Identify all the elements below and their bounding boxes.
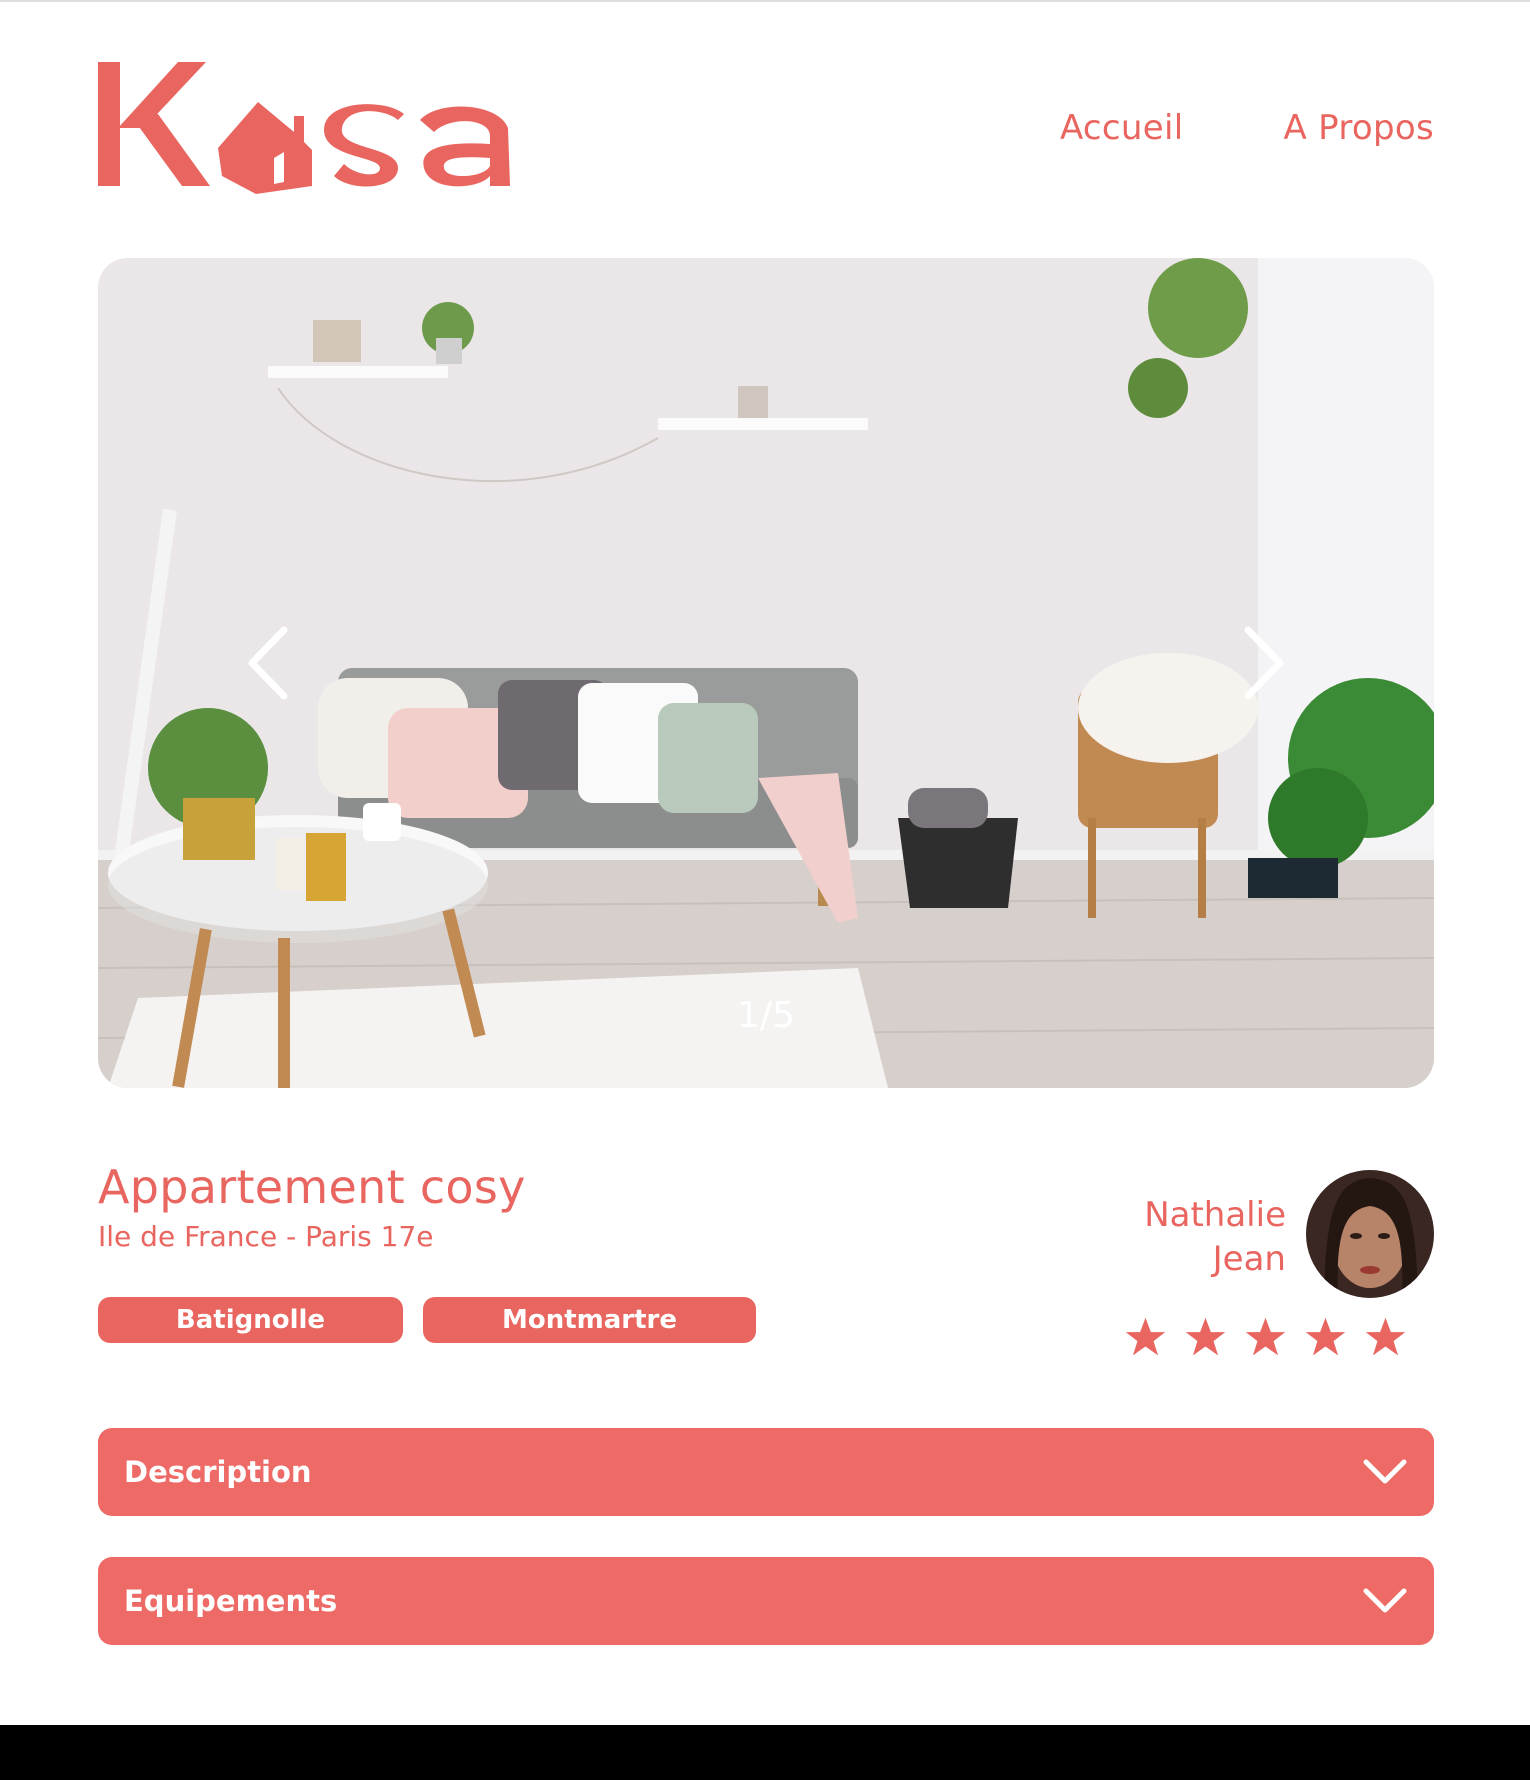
tag-badge: Batignolle bbox=[98, 1297, 403, 1343]
listing-location: Ile de France - Paris 17e bbox=[98, 1220, 434, 1253]
footer-bar bbox=[0, 1725, 1530, 1780]
star-icon bbox=[1125, 1317, 1166, 1356]
star-icon bbox=[1245, 1317, 1286, 1356]
host-name: Nathalie Jean bbox=[1144, 1193, 1286, 1281]
host-last-name: Jean bbox=[1212, 1239, 1286, 1279]
star-icon bbox=[1185, 1317, 1226, 1356]
host-avatar bbox=[1306, 1170, 1434, 1298]
star-icon bbox=[1365, 1317, 1406, 1356]
chevron-down-icon bbox=[1363, 1588, 1407, 1613]
listing-title: Appartement cosy bbox=[98, 1160, 526, 1214]
listing-tags: Batignolle Montmartre bbox=[98, 1297, 756, 1343]
host-first-name: Nathalie bbox=[1144, 1195, 1286, 1235]
photo-carousel: 1/5 bbox=[98, 258, 1434, 1088]
carousel-prev-button[interactable] bbox=[228, 608, 308, 718]
nav-home-link[interactable]: Accueil bbox=[1060, 108, 1184, 148]
host-portrait bbox=[1306, 1170, 1434, 1298]
chevron-down-icon bbox=[1363, 1459, 1407, 1484]
collapse-label: Description bbox=[124, 1455, 312, 1489]
equipments-collapse[interactable]: Equipements bbox=[98, 1557, 1434, 1645]
nav-about-link[interactable]: A Propos bbox=[1283, 108, 1434, 148]
collapse-label: Equipements bbox=[124, 1584, 338, 1618]
host-rating bbox=[1124, 1316, 1407, 1359]
star-icon bbox=[1305, 1317, 1346, 1356]
chevron-right-icon bbox=[1244, 626, 1284, 700]
tag-badge: Montmartre bbox=[423, 1297, 756, 1343]
carousel-next-button[interactable] bbox=[1224, 608, 1304, 718]
main-nav: Accueil A Propos bbox=[1060, 108, 1434, 148]
chevron-left-icon bbox=[248, 626, 288, 700]
kasa-logo[interactable] bbox=[98, 58, 522, 200]
top-border bbox=[0, 0, 1530, 2]
carousel-counter: 1/5 bbox=[737, 995, 795, 1036]
description-collapse[interactable]: Description bbox=[98, 1428, 1434, 1516]
